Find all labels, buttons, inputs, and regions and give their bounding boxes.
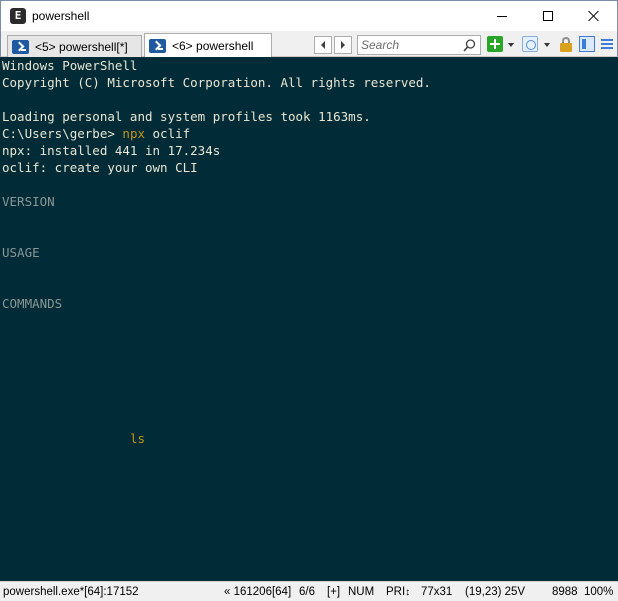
minimize-button[interactable] [479, 1, 525, 31]
status-priority[interactable]: PRI↕ [386, 585, 410, 600]
console-prompt-line: C:\Users\gerbe> npx oclif [2, 125, 190, 142]
console-line: oclif: create your own CLI [2, 160, 198, 175]
window-title: powershell [32, 9, 90, 23]
search-box [357, 35, 481, 55]
chevron-down-icon[interactable] [544, 43, 550, 47]
status-insert-mode[interactable]: [+] [327, 585, 340, 599]
status-zoom[interactable]: 100% [584, 585, 613, 599]
tab-scroll-left-button[interactable] [314, 36, 332, 54]
tab-bar: <5> powershell[*] <6> powershell [0, 31, 618, 57]
status-size[interactable]: 77x31 [421, 585, 452, 599]
tab-label: <5> powershell[*] [35, 39, 128, 54]
minimize-icon [497, 15, 507, 17]
status-tab-count[interactable]: 6/6 [299, 585, 315, 599]
arrow-right-icon [341, 41, 345, 49]
close-button[interactable] [571, 1, 617, 31]
console-settings-icon[interactable] [522, 36, 538, 52]
tab-label: <6> powershell [172, 38, 254, 53]
powershell-icon [12, 39, 29, 54]
tab-scroll-right-button[interactable] [334, 36, 352, 54]
priority-arrows-icon: ↕ [405, 587, 411, 598]
split-panel-icon[interactable] [579, 36, 595, 52]
maximize-icon [543, 11, 553, 21]
section-header-commands: COMMANDS [2, 296, 63, 311]
typed-input: ls [130, 431, 146, 446]
status-pid[interactable]: 8988 [552, 585, 578, 599]
tab-powershell-5[interactable]: <5> powershell[*] [7, 35, 142, 57]
section-header-usage: USAGE [2, 245, 40, 260]
arrow-left-icon [321, 41, 325, 49]
prompt-path: C:\Users\gerbe> [2, 126, 123, 141]
maximize-button[interactable] [525, 1, 571, 31]
new-console-icon[interactable] [487, 36, 503, 52]
console-line: npx: installed 441 in 17.234s [2, 143, 221, 158]
chevron-down-icon[interactable] [508, 43, 514, 47]
app-icon[interactable]: E [10, 8, 26, 24]
status-bar: powershell.exe*[64]:17152 « 161206[64] 6… [0, 581, 618, 601]
command-args: oclif [145, 126, 191, 141]
menu-icon[interactable] [599, 36, 615, 52]
console-output[interactable]: Windows PowerShell Copyright (C) Microso… [0, 57, 618, 581]
console-line: Copyright (C) Microsoft Corporation. All… [2, 75, 431, 90]
status-process[interactable]: powershell.exe*[64]:17152 [3, 585, 139, 599]
title-bar: E powershell [0, 0, 618, 31]
lock-icon[interactable] [558, 36, 574, 52]
tab-powershell-6[interactable]: <6> powershell [144, 33, 272, 57]
console-line: Loading personal and system profiles too… [2, 109, 371, 124]
close-icon [588, 10, 600, 22]
command-name: npx [122, 126, 145, 141]
status-num-lock[interactable]: NUM [348, 585, 374, 599]
powershell-icon [149, 38, 166, 53]
search-icon[interactable] [463, 39, 476, 52]
console-line: Windows PowerShell [2, 58, 138, 73]
section-header-version: VERSION [2, 194, 55, 209]
search-input[interactable] [361, 37, 461, 53]
status-cursor[interactable]: (19,23) 25V [465, 585, 525, 599]
status-build[interactable]: « 161206[64] [224, 585, 291, 599]
